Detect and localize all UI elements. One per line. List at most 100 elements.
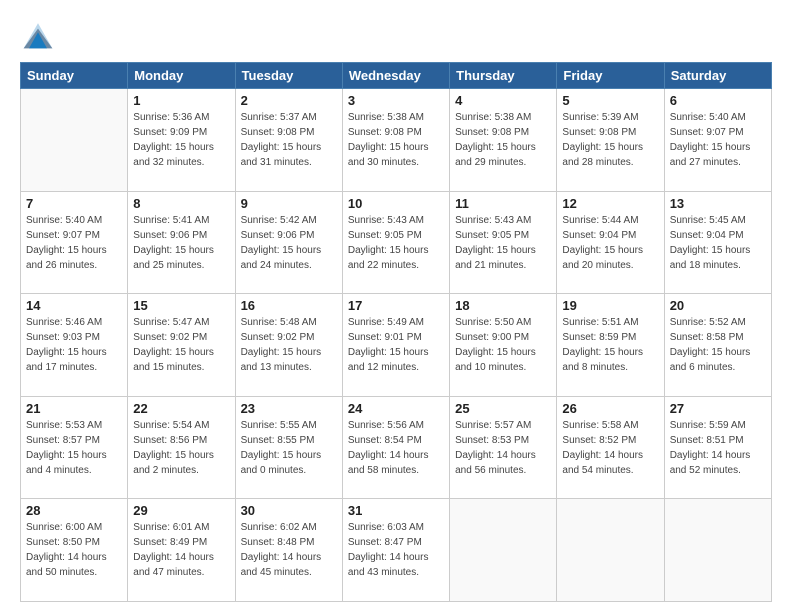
calendar-cell: 29 Sunrise: 6:01 AM Sunset: 8:49 PM Dayli… — [128, 499, 235, 602]
calendar-cell — [557, 499, 664, 602]
day-number: 7 — [26, 196, 122, 211]
calendar-cell: 16Sunrise: 5:48 AM Sunset: 9:02 PM Dayli… — [235, 294, 342, 397]
day-number: 3 — [348, 93, 444, 108]
weekday-header-sunday: Sunday — [21, 63, 128, 89]
calendar-cell: 15Sunrise: 5:47 AM Sunset: 9:02 PM Dayli… — [128, 294, 235, 397]
calendar-cell: 10Sunrise: 5:43 AM Sunset: 9:05 PM Dayli… — [342, 191, 449, 294]
week-row-1: 7 Sunrise: 5:40 AM Sunset: 9:07 PM Daylig… — [21, 191, 772, 294]
logo-icon — [20, 16, 56, 52]
calendar-table: SundayMondayTuesdayWednesdayThursdayFrid… — [20, 62, 772, 602]
day-info: Sunrise: 5:55 AM Sunset: 8:55 PM Dayligh… — [241, 418, 337, 478]
calendar-cell: 18 Sunrise: 5:50 AM Sunset: 9:00 PM Dayli… — [450, 294, 557, 397]
day-number: 2 — [241, 93, 337, 108]
calendar-cell: 27 Sunrise: 5:59 AM Sunset: 8:51 PM Dayli… — [664, 396, 771, 499]
day-info: Sunrise: 5:43 AM Sunset: 9:05 PM Dayligh… — [455, 213, 551, 273]
calendar-cell: 28 Sunrise: 6:00 AM Sunset: 8:50 PM Dayli… — [21, 499, 128, 602]
calendar-cell: 1 Sunrise: 5:36 AM Sunset: 9:09 PM Daylig… — [128, 89, 235, 192]
calendar-cell: 13 Sunrise: 5:45 AM Sunset: 9:04 PM Dayli… — [664, 191, 771, 294]
day-info: Sunrise: 5:57 AM Sunset: 8:53 PM Dayligh… — [455, 418, 551, 478]
day-number: 28 — [26, 503, 122, 518]
calendar-cell — [21, 89, 128, 192]
day-number: 10 — [348, 196, 444, 211]
day-info: Sunrise: 5:44 AM Sunset: 9:04 PM Dayligh… — [562, 213, 658, 273]
day-info: Sunrise: 5:49 AM Sunset: 9:01 PM Dayligh… — [348, 315, 444, 375]
day-number: 1 — [133, 93, 229, 108]
day-info: Sunrise: 5:59 AM Sunset: 8:51 PM Dayligh… — [670, 418, 766, 478]
day-number: 29 — [133, 503, 229, 518]
day-number: 6 — [670, 93, 766, 108]
logo — [20, 16, 60, 52]
calendar-cell: 11 Sunrise: 5:43 AM Sunset: 9:05 PM Dayli… — [450, 191, 557, 294]
day-number: 18 — [455, 298, 551, 313]
calendar-cell: 20 Sunrise: 5:52 AM Sunset: 8:58 PM Dayli… — [664, 294, 771, 397]
day-number: 4 — [455, 93, 551, 108]
day-info: Sunrise: 5:56 AM Sunset: 8:54 PM Dayligh… — [348, 418, 444, 478]
weekday-header-tuesday: Tuesday — [235, 63, 342, 89]
day-info: Sunrise: 6:01 AM Sunset: 8:49 PM Dayligh… — [133, 520, 229, 580]
calendar-cell: 24Sunrise: 5:56 AM Sunset: 8:54 PM Dayli… — [342, 396, 449, 499]
day-number: 26 — [562, 401, 658, 416]
day-info: Sunrise: 6:02 AM Sunset: 8:48 PM Dayligh… — [241, 520, 337, 580]
calendar-cell — [664, 499, 771, 602]
calendar-cell: 22 Sunrise: 5:54 AM Sunset: 8:56 PM Dayli… — [128, 396, 235, 499]
day-number: 11 — [455, 196, 551, 211]
day-info: Sunrise: 5:40 AM Sunset: 9:07 PM Dayligh… — [26, 213, 122, 273]
calendar-cell: 2 Sunrise: 5:37 AM Sunset: 9:08 PM Daylig… — [235, 89, 342, 192]
week-row-0: 1 Sunrise: 5:36 AM Sunset: 9:09 PM Daylig… — [21, 89, 772, 192]
day-info: Sunrise: 5:36 AM Sunset: 9:09 PM Dayligh… — [133, 110, 229, 170]
page: SundayMondayTuesdayWednesdayThursdayFrid… — [0, 0, 792, 612]
day-info: Sunrise: 5:40 AM Sunset: 9:07 PM Dayligh… — [670, 110, 766, 170]
day-number: 27 — [670, 401, 766, 416]
day-info: Sunrise: 6:00 AM Sunset: 8:50 PM Dayligh… — [26, 520, 122, 580]
day-number: 30 — [241, 503, 337, 518]
day-info: Sunrise: 5:38 AM Sunset: 9:08 PM Dayligh… — [348, 110, 444, 170]
weekday-header-monday: Monday — [128, 63, 235, 89]
calendar-cell: 5Sunrise: 5:39 AM Sunset: 9:08 PM Daylig… — [557, 89, 664, 192]
calendar-cell: 30 Sunrise: 6:02 AM Sunset: 8:48 PM Dayli… — [235, 499, 342, 602]
day-info: Sunrise: 5:39 AM Sunset: 9:08 PM Dayligh… — [562, 110, 658, 170]
calendar-cell: 8Sunrise: 5:41 AM Sunset: 9:06 PM Daylig… — [128, 191, 235, 294]
day-number: 12 — [562, 196, 658, 211]
weekday-header-friday: Friday — [557, 63, 664, 89]
day-number: 20 — [670, 298, 766, 313]
day-number: 22 — [133, 401, 229, 416]
calendar-cell: 9 Sunrise: 5:42 AM Sunset: 9:06 PM Daylig… — [235, 191, 342, 294]
calendar-cell — [450, 499, 557, 602]
day-number: 17 — [348, 298, 444, 313]
day-info: Sunrise: 5:37 AM Sunset: 9:08 PM Dayligh… — [241, 110, 337, 170]
calendar-cell: 4 Sunrise: 5:38 AM Sunset: 9:08 PM Daylig… — [450, 89, 557, 192]
calendar-cell: 12 Sunrise: 5:44 AM Sunset: 9:04 PM Dayli… — [557, 191, 664, 294]
weekday-header-wednesday: Wednesday — [342, 63, 449, 89]
day-info: Sunrise: 5:50 AM Sunset: 9:00 PM Dayligh… — [455, 315, 551, 375]
day-info: Sunrise: 5:46 AM Sunset: 9:03 PM Dayligh… — [26, 315, 122, 375]
day-info: Sunrise: 5:53 AM Sunset: 8:57 PM Dayligh… — [26, 418, 122, 478]
weekday-header-thursday: Thursday — [450, 63, 557, 89]
day-info: Sunrise: 5:58 AM Sunset: 8:52 PM Dayligh… — [562, 418, 658, 478]
day-info: Sunrise: 5:52 AM Sunset: 8:58 PM Dayligh… — [670, 315, 766, 375]
day-number: 21 — [26, 401, 122, 416]
day-number: 16 — [241, 298, 337, 313]
day-info: Sunrise: 5:51 AM Sunset: 8:59 PM Dayligh… — [562, 315, 658, 375]
weekday-header-saturday: Saturday — [664, 63, 771, 89]
calendar-cell: 21 Sunrise: 5:53 AM Sunset: 8:57 PM Dayli… — [21, 396, 128, 499]
calendar-cell: 31Sunrise: 6:03 AM Sunset: 8:47 PM Dayli… — [342, 499, 449, 602]
day-number: 15 — [133, 298, 229, 313]
day-info: Sunrise: 5:45 AM Sunset: 9:04 PM Dayligh… — [670, 213, 766, 273]
day-number: 13 — [670, 196, 766, 211]
day-info: Sunrise: 6:03 AM Sunset: 8:47 PM Dayligh… — [348, 520, 444, 580]
day-number: 25 — [455, 401, 551, 416]
calendar-cell: 19 Sunrise: 5:51 AM Sunset: 8:59 PM Dayli… — [557, 294, 664, 397]
calendar-cell: 17 Sunrise: 5:49 AM Sunset: 9:01 PM Dayli… — [342, 294, 449, 397]
day-number: 19 — [562, 298, 658, 313]
day-info: Sunrise: 5:38 AM Sunset: 9:08 PM Dayligh… — [455, 110, 551, 170]
day-info: Sunrise: 5:54 AM Sunset: 8:56 PM Dayligh… — [133, 418, 229, 478]
weekday-header-row: SundayMondayTuesdayWednesdayThursdayFrid… — [21, 63, 772, 89]
day-number: 14 — [26, 298, 122, 313]
calendar-cell: 23Sunrise: 5:55 AM Sunset: 8:55 PM Dayli… — [235, 396, 342, 499]
week-row-2: 14 Sunrise: 5:46 AM Sunset: 9:03 PM Dayli… — [21, 294, 772, 397]
calendar-cell: 25 Sunrise: 5:57 AM Sunset: 8:53 PM Dayli… — [450, 396, 557, 499]
calendar-cell: 6 Sunrise: 5:40 AM Sunset: 9:07 PM Daylig… — [664, 89, 771, 192]
day-number: 9 — [241, 196, 337, 211]
day-info: Sunrise: 5:41 AM Sunset: 9:06 PM Dayligh… — [133, 213, 229, 273]
day-info: Sunrise: 5:42 AM Sunset: 9:06 PM Dayligh… — [241, 213, 337, 273]
